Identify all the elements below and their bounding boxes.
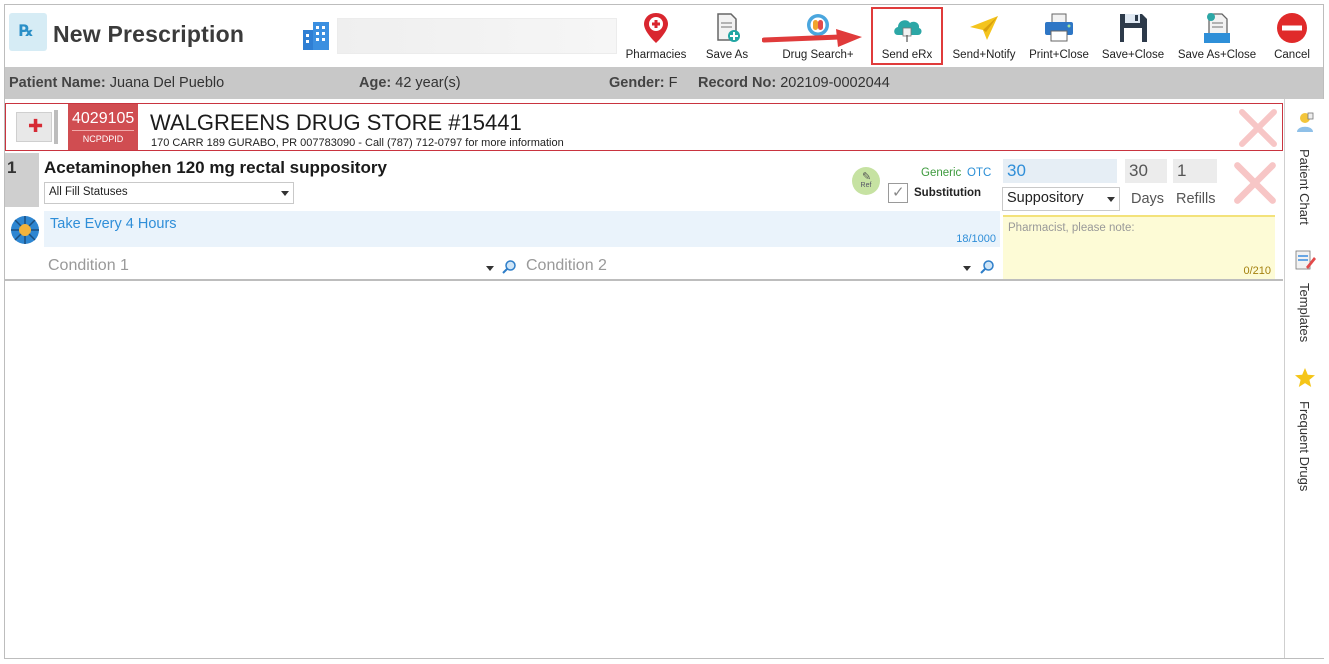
patient-chart-icon <box>1297 112 1314 132</box>
reference-button[interactable]: ✎ Ref <box>852 167 880 195</box>
reference-label: Ref <box>860 182 872 189</box>
toolbar: ℞ New Prescription Pharmacies Save As Dr… <box>5 5 1323 67</box>
unit-value: Suppository <box>1007 190 1084 206</box>
pharmacist-note-placeholder: Pharmacist, please note: <box>1008 222 1135 234</box>
quantity-field[interactable]: 30 <box>1003 159 1117 183</box>
send-notify-label: Send+Notify <box>952 49 1016 61</box>
row-divider <box>5 279 1283 281</box>
sig-text: Take Every 4 Hours <box>50 216 177 232</box>
fill-status-dropdown[interactable]: All Fill Statuses <box>44 182 294 204</box>
side-panel: Patient Chart Templates Frequent Drugs <box>1284 99 1324 658</box>
chevron-down-icon <box>1107 197 1115 202</box>
sig-directions-field[interactable]: Take Every 4 Hours 18/1000 <box>44 211 1000 247</box>
side-tab-patient-chart[interactable]: Patient Chart <box>1285 111 1324 231</box>
unit-dropdown[interactable]: Suppository <box>1002 187 1120 211</box>
page-title: New Prescription <box>53 21 245 47</box>
item-number: 1 <box>5 153 39 207</box>
save-as-button[interactable]: Save As <box>699 5 755 67</box>
map-pin-icon <box>644 13 668 43</box>
substitution-label: Substitution <box>914 187 982 199</box>
pharmacy-search-field[interactable] <box>337 18 617 54</box>
refills-label: Refills <box>1176 191 1216 207</box>
red-arrow-annotation <box>762 29 862 47</box>
pharmacy-name: WALGREENS DRUG STORE #15441 <box>150 110 522 135</box>
save-as-close-label: Save As+Close <box>1177 49 1257 61</box>
condition-1-chevron-down-icon[interactable] <box>486 266 494 271</box>
fill-status-value: All Fill Statuses <box>49 186 128 198</box>
pharmacy-icon-divider <box>54 110 58 144</box>
sig-char-count: 18/1000 <box>956 233 996 245</box>
document-add-icon <box>717 13 740 42</box>
selected-pharmacy[interactable]: ✚ 4029105 NCPDPID WALGREENS DRUG STORE #… <box>5 103 1283 151</box>
condition-2-chevron-down-icon[interactable] <box>963 266 971 271</box>
building-icon[interactable] <box>301 20 331 52</box>
ncpdp-label: NCPDPID <box>82 134 124 144</box>
floppy-icon <box>1120 14 1147 42</box>
sig-globe-icon[interactable] <box>9 214 41 246</box>
remove-pharmacy-icon[interactable] <box>1238 108 1278 148</box>
note-char-count: 0/210 <box>1243 265 1271 277</box>
side-tab-frequent-drugs[interactable]: Frequent Drugs <box>1285 367 1324 507</box>
cancel-button[interactable]: Cancel <box>1267 5 1317 67</box>
drug-name[interactable]: Acetaminophen 120 mg rectal suppository <box>44 158 387 178</box>
pharmacy-cross-icon: ✚ <box>16 112 52 142</box>
printer-icon <box>1045 13 1073 42</box>
days-label: Days <box>1131 191 1165 207</box>
patient-chart-label: Patient Chart <box>1297 149 1312 225</box>
generic-tag[interactable]: Generic <box>921 167 961 179</box>
patient-age: Age: 42 year(s) <box>359 75 461 91</box>
days-field[interactable]: 30 <box>1125 159 1167 183</box>
send-notify-button[interactable]: Send+Notify <box>949 5 1019 67</box>
condition-1-search-icon[interactable] <box>501 259 517 275</box>
patient-record-number: Record No: 202109-0002044 <box>698 75 890 91</box>
otc-tag[interactable]: OTC <box>967 167 991 179</box>
templates-icon <box>1295 250 1316 270</box>
pharmacies-label: Pharmacies <box>625 49 687 61</box>
prescription-item: 1 Acetaminophen 120 mg rectal suppositor… <box>5 153 1283 281</box>
send-erx-highlight-box <box>871 7 943 65</box>
substitution-checkbox[interactable]: ✓ <box>888 183 908 203</box>
check-icon: ✓ <box>892 183 905 201</box>
print-close-label: Print+Close <box>1029 49 1089 61</box>
save-close-button[interactable]: Save+Close <box>1099 5 1167 67</box>
ncpdp-badge: 4029105 NCPDPID <box>68 104 138 150</box>
condition-2-search-icon[interactable] <box>979 259 995 275</box>
refills-field[interactable]: 1 <box>1173 159 1217 183</box>
document-save-icon <box>1204 13 1230 43</box>
patient-info-bar: Patient Name: Juana Del Pueblo Age: 42 y… <box>5 67 1323 99</box>
pharmacist-note-field[interactable]: Pharmacist, please note: 0/210 <box>1003 215 1275 279</box>
patient-name: Patient Name: Juana Del Pueblo <box>9 75 225 91</box>
print-close-button[interactable]: Print+Close <box>1025 5 1093 67</box>
cancel-icon <box>1277 13 1307 43</box>
save-close-label: Save+Close <box>1101 49 1165 61</box>
star-icon <box>1295 368 1315 387</box>
prescription-window: ℞ New Prescription Pharmacies Save As Dr… <box>4 4 1324 659</box>
rx-app-icon: ℞ <box>9 13 47 51</box>
paper-plane-icon <box>970 16 998 40</box>
save-as-label: Save As <box>705 49 749 61</box>
pharmacies-button[interactable]: Pharmacies <box>623 5 689 67</box>
templates-label: Templates <box>1297 283 1312 343</box>
remove-drug-icon[interactable] <box>1233 161 1277 205</box>
save-as-close-button[interactable]: Save As+Close <box>1173 5 1261 67</box>
chevron-down-icon <box>281 191 289 196</box>
pharmacy-address: 170 CARR 189 GURABO, PR 007783090 - Call… <box>151 137 564 149</box>
ncpdp-id: 4029105 <box>72 110 134 131</box>
condition-2-input[interactable]: Condition 2 <box>526 257 607 275</box>
condition-1-input[interactable]: Condition 1 <box>48 257 129 275</box>
patient-gender: Gender: F <box>609 75 678 91</box>
frequent-drugs-label: Frequent Drugs <box>1297 401 1312 492</box>
cancel-label: Cancel <box>1274 49 1310 61</box>
side-tab-templates[interactable]: Templates <box>1285 249 1324 359</box>
